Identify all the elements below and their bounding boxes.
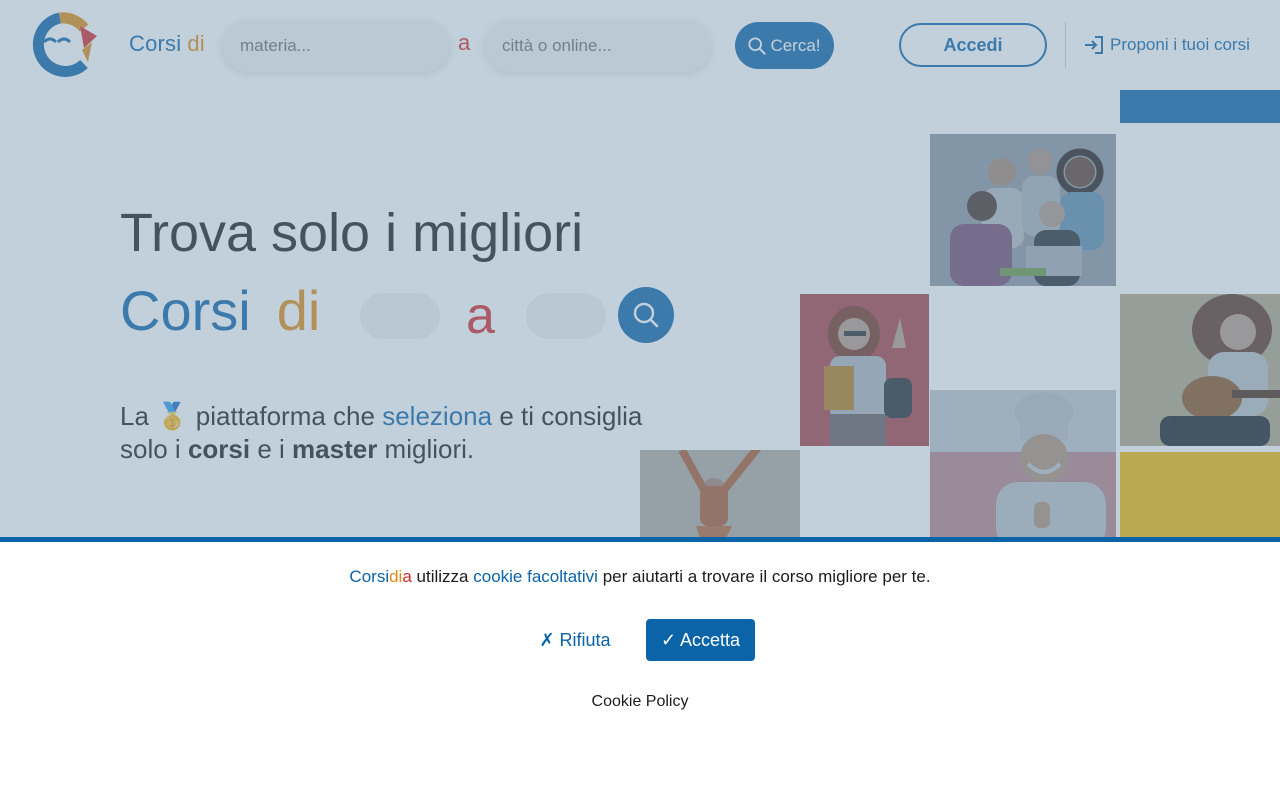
cookie-text: utilizza	[416, 567, 469, 586]
cookie-brand-a: a	[402, 567, 412, 586]
modal-overlay[interactable]	[0, 0, 1280, 537]
cookie-text: per aiutarti a trovare il corso migliore…	[602, 567, 931, 586]
cookie-message: Corsidia utilizza cookie facoltativi per…	[0, 567, 1280, 587]
cookie-policy-link[interactable]: Cookie Policy	[0, 693, 1280, 711]
accept-cookies-button[interactable]: ✓ Accetta	[646, 619, 755, 661]
optional-cookies-link[interactable]: cookie facoltativi	[473, 567, 598, 586]
reject-cookies-button[interactable]: ✗ Rifiuta	[530, 619, 620, 661]
cookie-brand-corsi: Corsi	[349, 567, 390, 586]
cookie-brand-di: di	[389, 567, 403, 586]
cookie-banner: Corsidia utilizza cookie facoltativi per…	[0, 537, 1280, 800]
